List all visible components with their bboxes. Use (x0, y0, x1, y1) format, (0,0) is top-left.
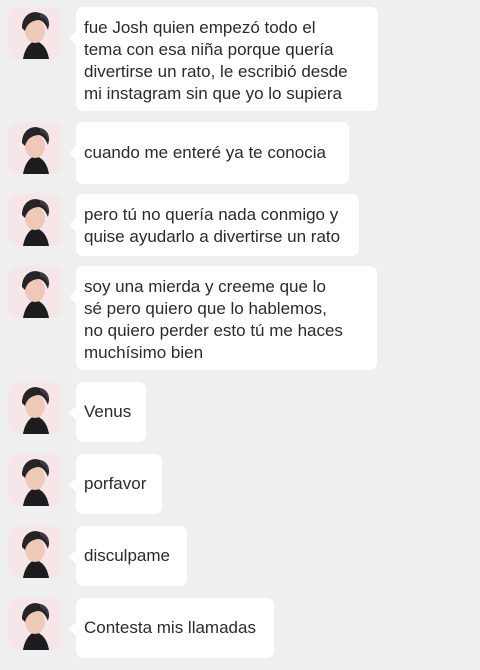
message-bubble[interactable]: disculpame (69, 526, 187, 586)
message-bubble[interactable]: porfavor (69, 454, 162, 514)
message-bubble[interactable]: pero tú no quería nada conmigo y quise a… (69, 194, 359, 256)
avatar-icon[interactable] (9, 7, 61, 59)
avatar-icon[interactable] (9, 122, 61, 174)
avatar-icon[interactable] (9, 266, 61, 318)
profile-photo-icon (9, 598, 61, 650)
message-bubble[interactable]: cuando me enteré ya te conocia (69, 122, 349, 184)
avatar-icon[interactable] (9, 598, 61, 650)
avatar-icon[interactable] (9, 382, 61, 434)
avatar-icon[interactable] (9, 194, 61, 246)
avatar-icon[interactable] (9, 454, 61, 506)
message-bubble[interactable]: Venus (69, 382, 146, 442)
profile-photo-icon (9, 122, 61, 174)
message-bubble[interactable]: soy una mierda y creeme que lo sé pero q… (69, 266, 377, 370)
profile-photo-icon (9, 526, 61, 578)
profile-photo-icon (9, 454, 61, 506)
message-bubble[interactable]: fue Josh quien empezó todo el tema con e… (69, 7, 378, 111)
avatar-icon[interactable] (9, 526, 61, 578)
profile-photo-icon (9, 7, 61, 59)
profile-photo-icon (9, 266, 61, 318)
profile-photo-icon (9, 382, 61, 434)
message-bubble[interactable]: Contesta mis llamadas (69, 598, 274, 658)
profile-photo-icon (9, 194, 61, 246)
chat-thread: fue Josh quien empezó todo el tema con e… (0, 0, 480, 670)
